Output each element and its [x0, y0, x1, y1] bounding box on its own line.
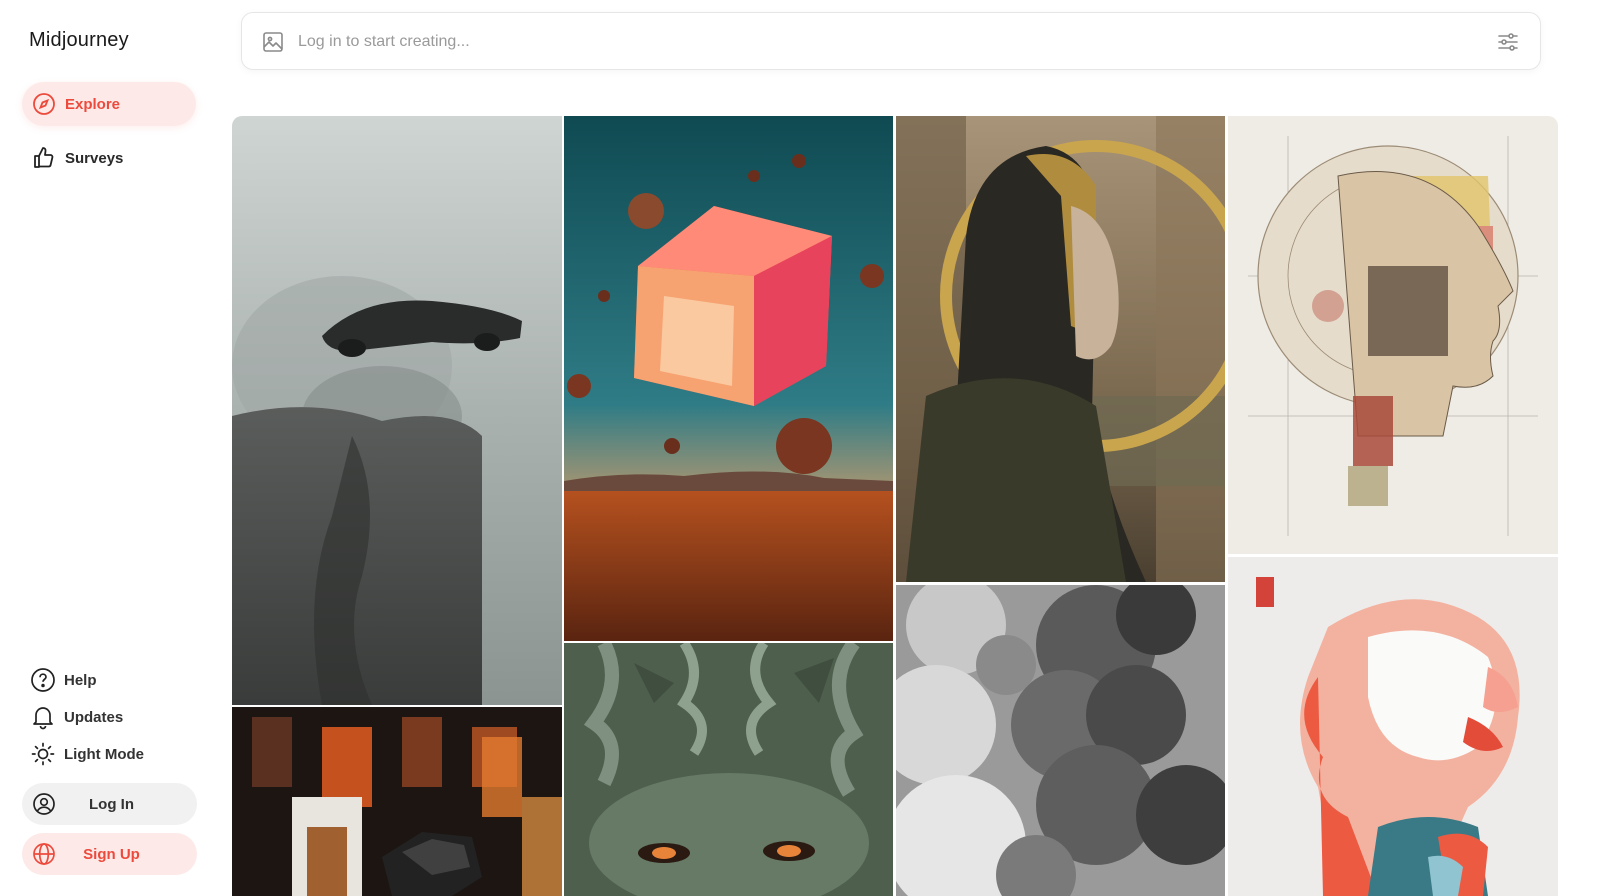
image-icon[interactable] [261, 30, 285, 54]
prompt-bar [241, 12, 1541, 70]
gallery-image-green-face[interactable] [564, 643, 893, 896]
signup-button[interactable]: Sign Up [22, 833, 197, 875]
brand-logo[interactable]: Midjourney [29, 29, 129, 52]
nav-explore-label: Explore [65, 95, 121, 113]
sun-icon [30, 741, 56, 767]
prompt-input[interactable] [298, 25, 1448, 59]
help-label: Help [64, 671, 97, 689]
gallery-image-smoke[interactable] [896, 585, 1225, 896]
updates-link[interactable]: Updates [22, 700, 196, 734]
sidebar: Midjourney Explore Surveys Help Updates … [0, 0, 220, 896]
nav-explore[interactable]: Explore [22, 82, 196, 126]
signup-label: Sign Up [83, 845, 140, 863]
help-link[interactable]: Help [22, 663, 196, 697]
gallery-image-lion[interactable] [1228, 557, 1558, 896]
bell-icon [30, 704, 56, 730]
gallery-image-bottles[interactable] [232, 707, 562, 896]
sliders-icon[interactable] [1496, 30, 1520, 54]
nav-surveys-label: Surveys [65, 149, 124, 167]
thumbs-up-icon [32, 146, 56, 170]
gallery-image-car-cliff[interactable] [232, 116, 562, 705]
gallery-image-crystal-cube[interactable] [564, 116, 893, 641]
gallery-image-anatomical-head[interactable] [1228, 116, 1558, 554]
compass-icon [32, 92, 56, 116]
nav-surveys[interactable]: Surveys [22, 136, 196, 180]
gallery-image-hooded-woman[interactable] [896, 116, 1225, 582]
updates-label: Updates [64, 708, 124, 726]
question-circle-icon [30, 667, 56, 693]
login-button[interactable]: Log In [22, 783, 197, 825]
light-mode-label: Light Mode [64, 745, 144, 763]
light-mode-toggle[interactable]: Light Mode [22, 737, 196, 771]
login-label: Log In [89, 795, 134, 813]
